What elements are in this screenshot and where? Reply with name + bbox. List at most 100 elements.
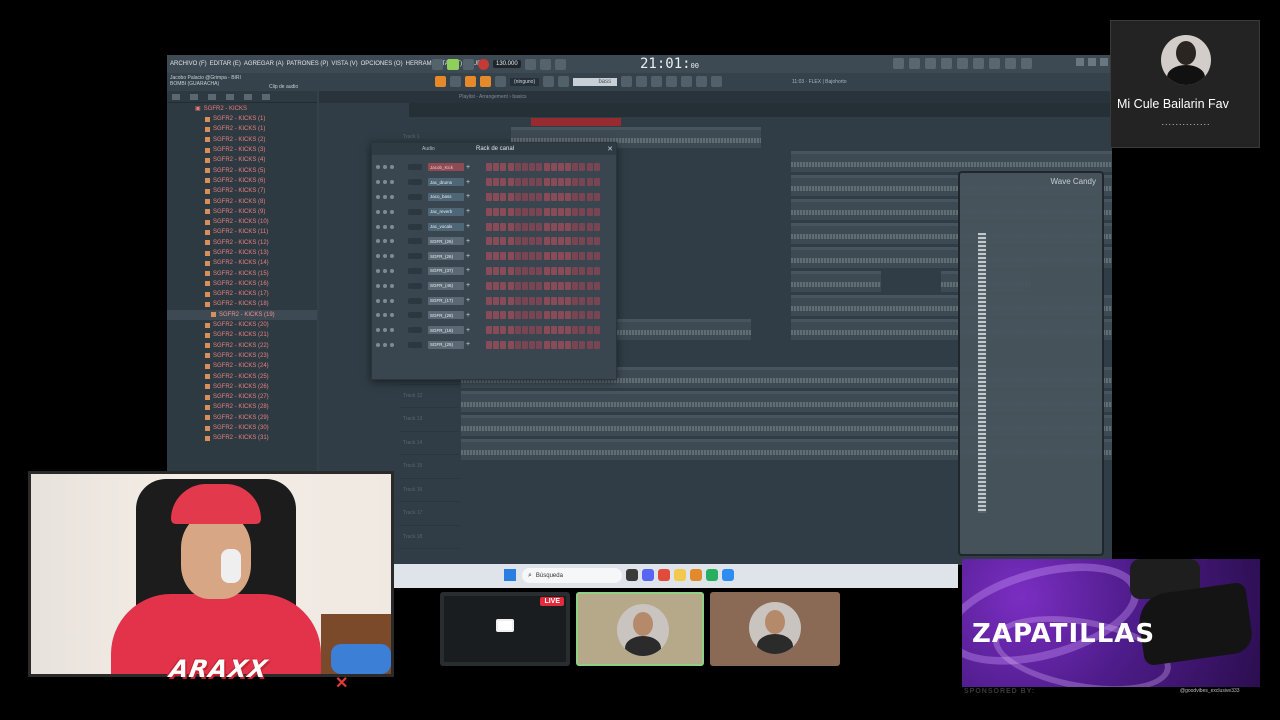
track-header[interactable]: Track 16: [399, 479, 459, 502]
channel-add-icon[interactable]: +: [466, 193, 474, 200]
channel-add-icon[interactable]: +: [466, 297, 474, 304]
channel-leds[interactable]: [376, 328, 404, 333]
screen-share-tile[interactable]: LIVE: [440, 592, 570, 666]
chrome-icon[interactable]: [658, 569, 670, 581]
channel-leds[interactable]: [376, 180, 404, 185]
microphone-icon[interactable]: [925, 58, 936, 69]
browser-item[interactable]: SGFR2 - KICKS (29): [167, 413, 317, 423]
channel-add-icon[interactable]: +: [466, 341, 474, 348]
minimize-icon[interactable]: [1076, 58, 1084, 66]
channel-rack-icon[interactable]: [666, 76, 678, 87]
channel-name-button[interactable]: SGFR_(26): [428, 252, 464, 261]
wave-icon[interactable]: [711, 76, 723, 87]
step-sequencer[interactable]: [486, 296, 600, 305]
channel-leds[interactable]: [376, 209, 404, 214]
all-tab-icon[interactable]: [172, 93, 180, 100]
channel-add-icon[interactable]: +: [466, 179, 474, 186]
channel-add-icon[interactable]: +: [466, 238, 474, 245]
channel-name-button[interactable]: SGFR_(25): [428, 340, 464, 349]
browser-item[interactable]: SGFR2 - KICKS (18): [167, 299, 317, 309]
channel-leds[interactable]: [376, 239, 404, 244]
more-icon[interactable]: [262, 93, 270, 100]
help-icon[interactable]: [941, 58, 952, 69]
countdown-icon[interactable]: [554, 58, 566, 70]
channel-leds[interactable]: [376, 165, 404, 170]
rack-filter[interactable]: Audio: [422, 146, 435, 152]
wait-input-icon[interactable]: [539, 58, 551, 70]
pencil-icon[interactable]: [465, 76, 476, 87]
metronome-icon[interactable]: [524, 58, 536, 70]
step-sequencer[interactable]: [486, 281, 600, 290]
browser-item[interactable]: SGFR2 - KICKS (16): [167, 279, 317, 289]
browser-item[interactable]: SGFR2 - KICKS (25): [167, 371, 317, 381]
browser-item[interactable]: SGFR2 - KICKS (1): [167, 124, 317, 134]
channel-volume-knob[interactable]: [408, 297, 422, 304]
save-icon[interactable]: [973, 58, 984, 69]
menu-add[interactable]: AGREGAR (A): [244, 61, 284, 67]
channel-add-icon[interactable]: +: [466, 327, 474, 334]
channel-name-button[interactable]: SGFR_(28): [428, 311, 464, 320]
play-button[interactable]: [447, 58, 459, 70]
browser-item[interactable]: SGFR2 - KICKS (2): [167, 135, 317, 145]
timeline-ruler[interactable]: [409, 103, 1112, 117]
close-icon[interactable]: [1100, 58, 1108, 66]
channel-name-button[interactable]: Jac_vocals: [428, 222, 464, 231]
rack-titlebar[interactable]: Audio Rack de canal ✕: [372, 143, 616, 155]
link-icon[interactable]: [480, 76, 491, 87]
browser-item[interactable]: SGFR2 - KICKS (8): [167, 196, 317, 206]
channel-volume-knob[interactable]: [408, 341, 422, 348]
track-header[interactable]: Track 13: [399, 408, 459, 432]
channel-name-button[interactable]: SGFR_(17): [428, 296, 464, 305]
browser-item[interactable]: SGFR2 - KICKS (28): [167, 402, 317, 412]
browser-item[interactable]: SGFR2 - KICKS (24): [167, 361, 317, 371]
channel-volume-knob[interactable]: [408, 193, 422, 200]
audio-clip[interactable]: [791, 151, 1112, 172]
browser-item[interactable]: SGFR2 - KICKS (27): [167, 392, 317, 402]
browser-item[interactable]: SGFR2 - KICKS (12): [167, 238, 317, 248]
channel-volume-knob[interactable]: [408, 179, 422, 186]
step-sequencer[interactable]: [486, 237, 600, 246]
wave-candy-plugin[interactable]: Wave Candy: [958, 171, 1104, 556]
taskbar-search[interactable]: ⌕ Búsqueda: [522, 568, 622, 583]
zoom-icon[interactable]: [722, 569, 734, 581]
channel-volume-knob[interactable]: [408, 238, 422, 245]
browser-item[interactable]: SGFR2 - KICKS (14): [167, 258, 317, 268]
channel-volume-knob[interactable]: [408, 253, 422, 260]
channel-volume-knob[interactable]: [408, 267, 422, 274]
snap-icon[interactable]: [435, 76, 446, 87]
browser-item[interactable]: SGFR2 - KICKS (10): [167, 217, 317, 227]
channel-leds[interactable]: [376, 298, 404, 303]
clone-pattern-icon[interactable]: [558, 76, 570, 87]
browser-item[interactable]: SGFR2 - KICKS (20): [167, 320, 317, 330]
track-header[interactable]: Track 18: [399, 526, 459, 549]
loop-region[interactable]: [531, 118, 621, 126]
channel-volume-knob[interactable]: [408, 327, 422, 334]
tempo-display[interactable]: 130.000: [493, 60, 521, 68]
channel-add-icon[interactable]: +: [466, 253, 474, 260]
step-sequencer[interactable]: [486, 163, 600, 172]
step-sequencer[interactable]: [486, 340, 600, 349]
browser-icon[interactable]: [681, 76, 693, 87]
step-sequencer[interactable]: [486, 207, 600, 216]
piano-roll-icon[interactable]: [636, 76, 648, 87]
channel-volume-knob[interactable]: [408, 282, 422, 289]
pattern-song-toggle[interactable]: [432, 58, 443, 70]
fl-studio-icon[interactable]: [690, 569, 702, 581]
stop-button[interactable]: [463, 58, 474, 70]
channel-add-icon[interactable]: +: [466, 282, 474, 289]
song-position-clock[interactable]: 21:01:00: [640, 56, 699, 72]
channel-volume-knob[interactable]: [408, 164, 422, 171]
maximize-icon[interactable]: [1088, 58, 1096, 66]
browser-item[interactable]: SGFR2 - KICKS (6): [167, 176, 317, 186]
pattern-selector[interactable]: (ninguno): [510, 77, 540, 86]
pattern-name-field[interactable]: bass: [573, 77, 618, 86]
channel-name-button[interactable]: SGFR_(26): [428, 237, 464, 246]
channel-leds[interactable]: [376, 224, 404, 229]
browser-item[interactable]: SGFR2 - KICKS (19): [167, 309, 317, 320]
step-sequencer[interactable]: [486, 252, 600, 261]
participant-tile[interactable]: [576, 592, 704, 666]
channel-leds[interactable]: [376, 194, 404, 199]
channel-add-icon[interactable]: +: [466, 312, 474, 319]
menu-view[interactable]: VISTA (V): [331, 61, 357, 67]
undo-icon[interactable]: [893, 58, 904, 69]
